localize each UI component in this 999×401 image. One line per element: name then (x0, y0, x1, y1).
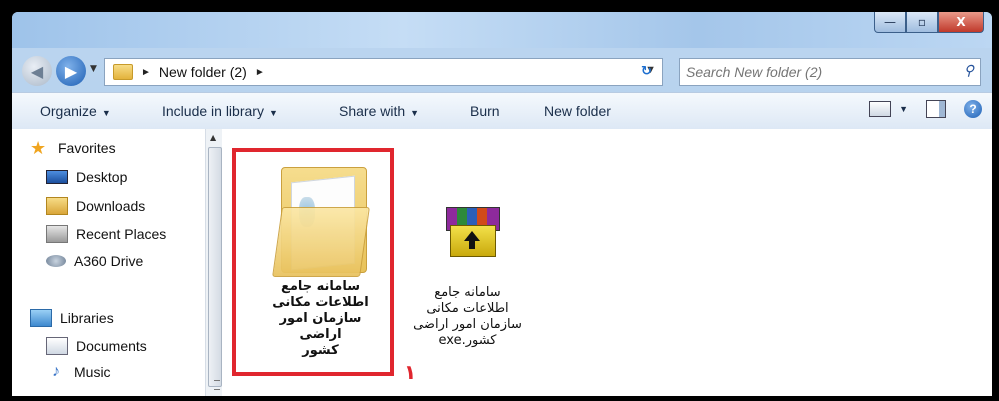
burn-button[interactable]: Burn (470, 103, 500, 119)
refresh-icon[interactable]: ↻ (641, 64, 652, 79)
chevron-down-icon: ▼ (101, 108, 111, 118)
nav-music[interactable]: ♪ Music (46, 364, 111, 380)
command-toolbar: Organize ▼ Include in library ▼ Share with… (12, 92, 992, 130)
change-view-icon[interactable] (869, 101, 892, 117)
music-icon: ♪ (52, 364, 60, 380)
search-input[interactable] (680, 59, 948, 85)
breadcrumb-new-folder-2[interactable]: New folder (2) (159, 64, 247, 80)
winrar-archive-icon (445, 207, 500, 257)
nav-documents-label: Documents (76, 338, 147, 354)
breadcrumb-separator-icon[interactable]: ► (255, 67, 265, 78)
nav-pane-scrollbar[interactable]: ▲ (205, 129, 223, 396)
explorer-window: — ▫ X ◀ ▶ ▼ ► New folder (2) ► ▼ ↻ ⚲ Or (12, 12, 992, 396)
organize-button[interactable]: Organize ▼ (40, 103, 111, 119)
nav-libraries[interactable]: Libraries (30, 309, 114, 327)
file-name-line: سامانه جامع (434, 285, 501, 300)
recent-pages-dropdown-icon[interactable]: ▼ (90, 64, 97, 74)
include-in-library-label: Include in library (162, 103, 264, 119)
caption-buttons: — ▫ X (874, 12, 984, 36)
search-icon[interactable]: ⚲ (964, 62, 974, 79)
address-bar[interactable]: ► New folder (2) ► ▼ (104, 58, 663, 86)
preview-pane-icon[interactable] (926, 100, 946, 118)
nav-favorites[interactable]: ★ Favorites (30, 138, 116, 158)
view-dropdown-icon[interactable]: ▼ (899, 104, 908, 114)
desktop-icon (46, 170, 68, 184)
navigation-pane: ★ Favorites Desktop Downloads Recent Pla… (12, 129, 205, 396)
chevron-down-icon: ▼ (410, 108, 420, 118)
navigation-bar: ◀ ▶ ▼ ► New folder (2) ► ▼ ↻ ⚲ (12, 48, 992, 92)
screenshot-frame: — ▫ X ◀ ▶ ▼ ► New folder (2) ► ▼ ↻ ⚲ Or (0, 0, 999, 401)
forward-arrow-icon: ▶ (64, 61, 78, 81)
nav-libraries-label: Libraries (60, 310, 114, 326)
file-name: سامانه جامع اطلاعات مکانی سازمان امور ار… (404, 285, 531, 349)
breadcrumb-separator-icon[interactable]: ► (141, 67, 151, 78)
exe-thumbnail (406, 167, 530, 285)
nav-desktop-label: Desktop (76, 169, 128, 185)
libraries-icon (30, 309, 52, 327)
nav-music-label: Music (74, 364, 111, 380)
file-name-line: سازمان امور اراضی (413, 317, 522, 332)
back-button[interactable]: ◀ (22, 56, 52, 86)
search-box[interactable]: ⚲ (679, 58, 981, 86)
maximize-button[interactable]: ▫ (906, 12, 938, 33)
nav-documents[interactable]: Documents (46, 337, 147, 355)
help-icon[interactable]: ? (964, 100, 982, 118)
nav-recent-places[interactable]: Recent Places (46, 225, 166, 243)
share-with-button[interactable]: Share with ▼ (339, 103, 419, 119)
nav-recent-places-label: Recent Places (76, 226, 167, 242)
share-with-label: Share with (339, 103, 406, 119)
nav-desktop[interactable]: Desktop (46, 169, 127, 185)
nav-a360-drive[interactable]: A360 Drive (46, 253, 143, 269)
forward-button[interactable]: ▶ (56, 56, 86, 86)
file-name-line: کشور.exe (438, 333, 497, 348)
title-bar: — ▫ X (12, 12, 992, 48)
recent-places-icon (46, 225, 68, 243)
nav-a360-drive-label: A360 Drive (74, 253, 144, 269)
cloud-drive-icon (46, 255, 66, 267)
include-in-library-button[interactable]: Include in library ▼ (162, 103, 278, 119)
red-highlight-frame (232, 148, 394, 376)
file-name-line: اطلاعات مکانی (426, 301, 509, 316)
arrow-stem-icon (468, 240, 475, 249)
back-arrow-icon: ◀ (30, 61, 44, 81)
nav-downloads[interactable]: Downloads (46, 197, 145, 215)
documents-icon (46, 337, 68, 355)
minimize-button[interactable]: — (874, 12, 906, 33)
scrollbar-thumb[interactable] (208, 147, 222, 390)
organize-label: Organize (40, 103, 97, 119)
grip-icon (214, 380, 220, 390)
new-folder-button[interactable]: New folder (544, 103, 611, 119)
annotation-marker: ۱ (404, 360, 417, 384)
chevron-down-icon: ▼ (268, 108, 278, 118)
scroll-up-icon[interactable]: ▲ (210, 133, 216, 142)
view-controls: ▼ ? (869, 100, 982, 118)
nav-downloads-label: Downloads (76, 198, 146, 214)
downloads-icon (46, 197, 68, 215)
nav-favorites-label: Favorites (58, 140, 116, 156)
close-button[interactable]: X (938, 12, 984, 33)
star-icon: ★ (30, 138, 47, 158)
folder-icon (113, 64, 133, 80)
file-item-exe[interactable]: سامانه جامع اطلاعات مکانی سازمان امور ار… (404, 167, 531, 349)
